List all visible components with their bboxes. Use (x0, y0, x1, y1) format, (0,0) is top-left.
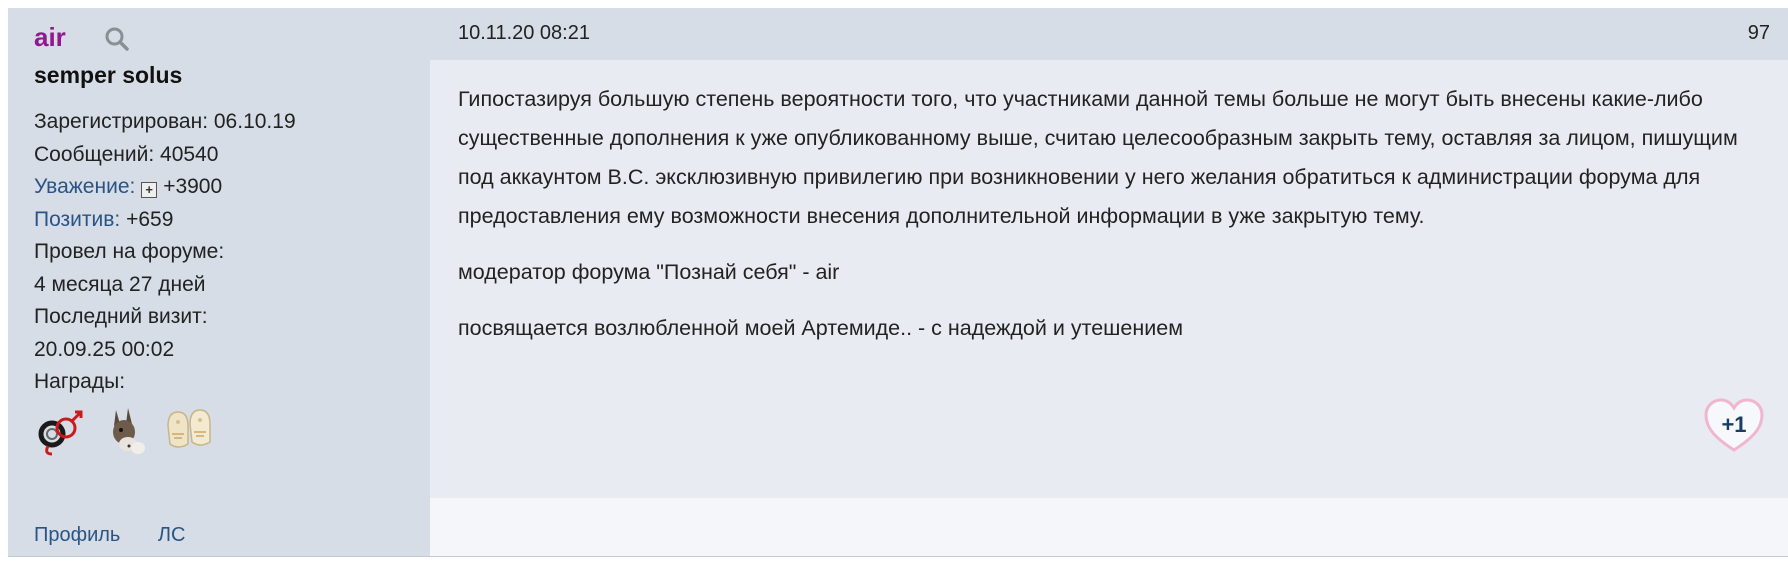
post-paragraph: посвящается возлюбленной моей Артемиде..… (458, 316, 1183, 340)
time-value: 4 месяца 27 дней (34, 272, 206, 296)
post-number[interactable]: 97 (1748, 22, 1770, 45)
last-visit-label: Последний визит: (34, 305, 208, 328)
author-panel: air semper solus Зарегистрирован: 06.10.… (8, 8, 428, 556)
registered-value: 06.10.19 (213, 110, 296, 133)
posts-value: 40540 (160, 142, 219, 166)
donkey-award-icon[interactable] (98, 404, 152, 458)
like-count: +1 (1721, 412, 1747, 437)
positive-link[interactable]: Позитив: (34, 208, 120, 231)
plus-icon[interactable]: + (141, 182, 158, 198)
mittens-award-icon[interactable] (162, 404, 216, 458)
post-paragraph: модератор форума "Познай себя" - air (458, 260, 840, 284)
post-paragraph: Гипостазируя большую степень вероятности… (458, 87, 1738, 228)
like-button[interactable]: +1 (1702, 396, 1766, 456)
author-info: Зарегистрирован: 06.10.19 Сообщений: 405… (34, 106, 296, 399)
forum-post: air semper solus Зарегистрирован: 06.10.… (8, 8, 1788, 557)
awards-label: Награды: (34, 370, 126, 393)
registered-label: Зарегистрирован: (34, 110, 209, 133)
time-label: Провел на форуме: (34, 240, 225, 263)
respect-value: +3900 (163, 175, 223, 198)
post-body: Гипостазируя большую степень вероятности… (458, 80, 1768, 365)
handcuffs-award-icon[interactable] (34, 404, 88, 458)
post-date: 10.11.20 08:21 (458, 22, 590, 44)
respect-row: Уважение: + +3900 (34, 171, 296, 204)
username-link[interactable]: air (34, 22, 66, 53)
post-header: 10.11.20 08:21 97 (430, 8, 1788, 60)
search-icon[interactable] (104, 26, 130, 52)
user-title: semper solus (34, 62, 183, 88)
positive-row: Позитив: +659 (34, 204, 296, 237)
posts-row: Сообщений: 40540 (34, 139, 296, 172)
author-footer: Профиль ЛС (34, 524, 217, 547)
pm-link[interactable]: ЛС (158, 524, 186, 546)
post-footer (430, 498, 1788, 556)
positive-value: +659 (126, 207, 174, 231)
registered-row: Зарегистрирован: 06.10.19 (34, 106, 296, 139)
last-visit-value: 20.09.25 00:02 (34, 337, 175, 361)
awards-list (34, 404, 216, 458)
respect-link[interactable]: Уважение: (34, 175, 135, 198)
post-content: 10.11.20 08:21 97 Гипостазируя большую с… (430, 8, 1788, 556)
profile-link[interactable]: Профиль (34, 524, 120, 546)
author-name-row: air (34, 22, 130, 52)
posts-label: Сообщений: (34, 142, 155, 166)
